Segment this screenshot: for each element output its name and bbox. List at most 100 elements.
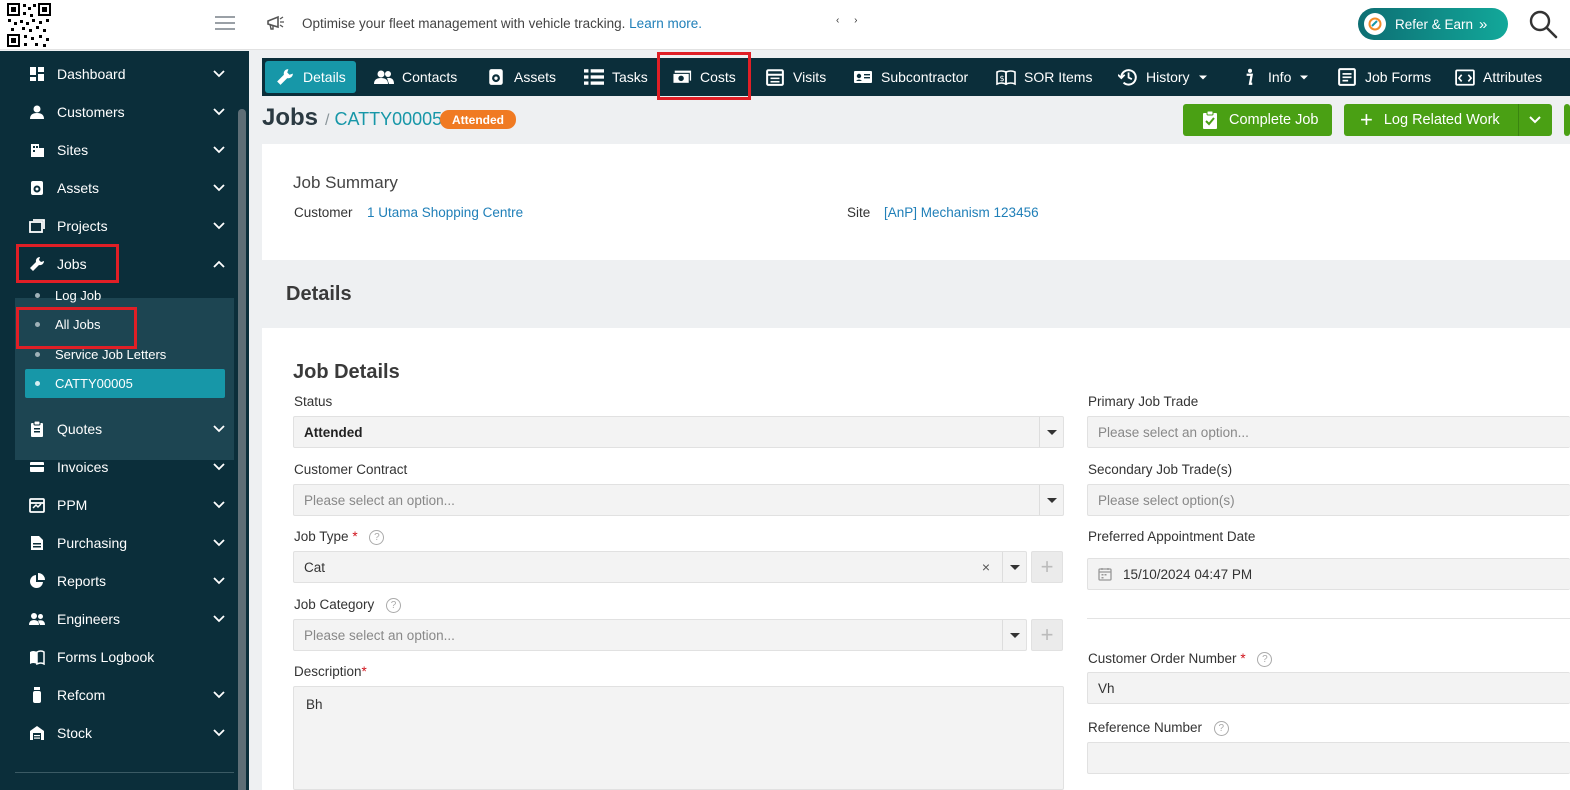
wrench-icon [277,69,293,85]
add-job-category-button[interactable]: + [1031,619,1063,651]
sidebar-item-quotes[interactable]: Quotes [0,410,234,448]
id-card-icon [854,71,872,83]
description-textarea[interactable]: Bh [293,686,1064,790]
add-job-type-button[interactable]: + [1031,551,1063,583]
tab-assets[interactable]: Assets [486,61,556,93]
customer-contract-select[interactable]: Please select an option... [293,484,1064,516]
job-type-select[interactable]: Cat × [293,551,1027,583]
tab-label: Info [1268,69,1292,85]
tab-sor-items[interactable]: $ SOR Items [996,61,1092,93]
next-announcement-button[interactable]: › [854,15,857,26]
sidebar-item-engineers[interactable]: Engineers [0,600,234,638]
calendar-icon [29,498,45,513]
document-icon [31,536,43,550]
tab-info[interactable]: Info [1240,61,1309,93]
secondary-job-trade-select[interactable]: Please select option(s) [1087,484,1570,516]
sidebar-item-refcom[interactable]: Refcom [0,676,234,714]
sidebar-item-sites[interactable]: Sites [0,131,234,169]
sidebar-item-reports[interactable]: Reports [0,562,234,600]
sidebar-item-label: Reports [57,573,107,589]
primary-job-trade-select[interactable]: Please select an option... [1087,416,1570,448]
sidebar-item-invoices[interactable]: Invoices [0,448,234,486]
sidebar-item-purchasing[interactable]: Purchasing [0,524,234,562]
status-badge: Attended [440,110,516,129]
tab-tasks[interactable]: Tasks [584,61,648,93]
site-link[interactable]: [AnP] Mechanism 123456 [884,205,1039,220]
menu-toggle-icon[interactable] [215,16,235,32]
job-category-select[interactable]: Please select an option... [293,619,1027,651]
sidebar-scrollbar[interactable] [238,109,246,790]
sidebar-divider [15,772,234,773]
status-select[interactable]: Attended [293,416,1064,448]
preferred-appointment-date-input[interactable]: 15/10/2024 04:47 PM [1087,558,1570,590]
job-id: CATTY00005 [334,109,443,129]
tab-label: Visits [793,69,827,85]
help-icon[interactable]: ? [369,529,385,545]
chevron-down-icon [213,539,225,547]
tab-subcontractor[interactable]: Subcontractor [853,61,968,93]
chevron-down-icon [213,184,225,192]
sidebar-subitem-current-job[interactable]: CATTY00005 [25,369,225,398]
sidebar-item-customers[interactable]: Customers [0,93,234,131]
description-value: Bh [306,697,323,712]
sidebar-item-ppm[interactable]: PPM [0,486,234,524]
customer-order-number-input[interactable]: Vh [1087,672,1570,704]
tab-job-forms[interactable]: Job Forms [1337,61,1431,93]
tab-details[interactable]: Details [265,61,356,93]
page-title[interactable]: Jobs [262,104,318,132]
sidebar-item-assets[interactable]: Assets [0,169,234,207]
tab-visits[interactable]: Visits [765,61,826,93]
tab-history[interactable]: History [1118,61,1208,93]
tab-contacts[interactable]: Contacts [374,61,457,93]
highlight-costs-box [657,52,751,100]
job-type-label-text: Job Type [294,529,349,544]
chevron-down-icon [213,70,225,78]
chevron-up-icon [213,260,225,268]
help-icon[interactable]: ? [1213,720,1229,736]
plus-icon: + [1360,107,1373,132]
split-divider [1518,104,1519,136]
refer-earn-button[interactable]: Refer & Earn » [1358,8,1508,40]
chevron-down-icon [213,463,225,471]
clear-icon[interactable]: × [982,559,990,575]
customer-contract-dropdown-toggle[interactable] [1039,485,1063,515]
tab-label: Attributes [1483,69,1543,85]
learn-more-link[interactable]: Learn more. [629,16,702,31]
help-icon[interactable]: ? [1257,651,1273,667]
job-category-dropdown-toggle[interactable] [1002,620,1026,650]
sidebar-item-projects[interactable]: Projects [0,207,234,245]
sidebar-item-forms-logbook[interactable]: Forms Logbook [0,638,234,676]
tab-label: Assets [514,69,557,85]
breadcrumb: Jobs / CATTY00005 [262,104,442,132]
log-related-work-button[interactable]: + Log Related Work [1344,104,1552,136]
help-icon[interactable]: ? [386,597,402,613]
status-value: Attended [304,424,363,440]
job-type-dropdown-toggle[interactable] [1002,552,1026,582]
required-marker: * [361,664,367,679]
complete-job-button[interactable]: Complete Job [1183,104,1332,136]
tab-label: SOR Items [1024,69,1093,85]
tab-attributes[interactable]: Attributes [1455,61,1542,93]
log-related-work-label: Log Related Work [1383,112,1500,128]
chevron-down-icon[interactable] [1529,116,1541,124]
customer-order-number-label-text: Customer Order Number [1088,651,1237,666]
bullet-icon [35,381,40,386]
prev-announcement-button[interactable]: ‹ [836,15,839,26]
more-actions-button[interactable] [1564,104,1570,136]
tab-label: Tasks [612,69,648,85]
form-icon [1338,68,1356,86]
search-icon[interactable] [1528,9,1558,39]
site-label: Site [847,205,871,220]
calendar-icon[interactable] [1098,567,1112,581]
code-icon [1455,69,1475,86]
status-dropdown-toggle[interactable] [1039,417,1063,447]
chevron-down-icon [213,729,225,737]
customer-link[interactable]: 1 Utama Shopping Centre [367,205,523,220]
book-dollar-icon: $ [996,70,1016,86]
chevron-down-icon [213,222,225,230]
sidebar-item-stock[interactable]: Stock [0,714,234,752]
sidebar-subitem-label: Log Job [55,288,102,303]
reference-number-input[interactable] [1087,742,1570,774]
sidebar-subitem-log-job[interactable]: Log Job [25,281,225,310]
sidebar-item-dashboard[interactable]: Dashboard [0,55,234,93]
